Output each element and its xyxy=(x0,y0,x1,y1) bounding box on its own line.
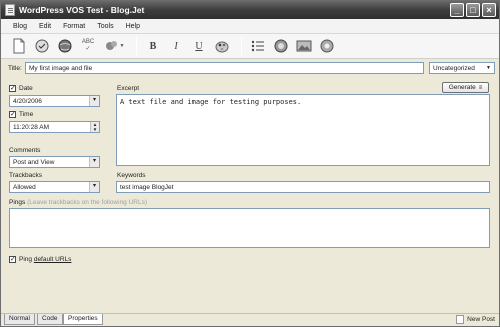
close-button[interactable]: × xyxy=(482,3,496,17)
keywords-input[interactable]: test image BlogJet xyxy=(116,181,490,193)
menu-format[interactable]: Format xyxy=(57,23,91,30)
comments-value: Post and View xyxy=(13,159,55,166)
ping-default-checkbox[interactable]: ✓ xyxy=(9,256,16,263)
generate-label: Generate xyxy=(448,84,476,91)
menu-edit[interactable]: Edit xyxy=(33,23,57,30)
document-icon xyxy=(456,315,465,324)
time-field[interactable]: 11:20:28 AM ▲ ▼ xyxy=(9,121,100,133)
bold-button[interactable]: B xyxy=(143,36,163,56)
dropdown-arrow-icon: ▼ xyxy=(119,43,125,49)
italic-button[interactable]: I xyxy=(166,36,186,56)
pings-textarea[interactable] xyxy=(9,208,490,248)
date-label: Date xyxy=(19,85,33,92)
insert-dropdown-icon[interactable]: ▼ xyxy=(101,36,127,56)
toolbar-separator xyxy=(136,37,137,55)
excerpt-label: Excerpt xyxy=(117,85,140,92)
settings-icon[interactable] xyxy=(317,36,337,56)
underline-button[interactable]: U xyxy=(189,36,209,56)
toolbar-separator xyxy=(241,37,242,55)
dropdown-arrow-icon: ▼ xyxy=(486,65,491,71)
time-spinner[interactable]: ▲ ▼ xyxy=(90,122,99,132)
default-urls-link[interactable]: default URLs xyxy=(34,256,72,263)
insert-image-icon[interactable] xyxy=(294,36,314,56)
keywords-label: Keywords xyxy=(117,172,146,179)
date-value: 4/20/2006 xyxy=(13,98,42,105)
chevron-down-icon[interactable]: ▾ xyxy=(89,96,99,106)
excerpt-textarea[interactable]: A text file and image for testing purpos… xyxy=(116,94,490,166)
comments-label: Comments xyxy=(9,147,41,154)
publish-globe-icon[interactable] xyxy=(55,36,75,56)
app-icon xyxy=(5,4,15,16)
wand-icon: ≡ xyxy=(478,84,483,91)
app-window: WordPress VOS Test - Blog.Jet _ □ × Blog… xyxy=(0,0,500,327)
new-document-icon[interactable] xyxy=(9,36,29,56)
generate-button[interactable]: Generate ≡ xyxy=(442,82,489,93)
check-mark-icon: ✓ xyxy=(85,46,91,52)
time-label: Time xyxy=(19,111,34,118)
toolbar: ABC ✓ ▼ B I U xyxy=(1,34,499,59)
menu-tools[interactable]: Tools xyxy=(91,23,119,30)
window-title: WordPress VOS Test - Blog.Jet xyxy=(19,5,145,15)
bullet-list-icon[interactable] xyxy=(248,36,268,56)
title-label: Title: xyxy=(8,65,22,72)
time-checkbox[interactable]: ✓ xyxy=(9,111,16,118)
menu-blog[interactable]: Blog xyxy=(1,23,33,30)
status-bar: New Post xyxy=(456,315,495,324)
menu-bar: Blog Edit Format Tools Help xyxy=(1,19,499,34)
category-value: Uncategorized xyxy=(433,65,475,72)
category-select[interactable]: Uncategorized ▼ xyxy=(429,62,495,74)
title-bar: WordPress VOS Test - Blog.Jet _ □ × xyxy=(1,1,499,19)
tab-normal[interactable]: Normal xyxy=(4,314,35,325)
editor-tabs: Normal Code Properties New Post xyxy=(1,313,499,326)
trackbacks-label: Trackbacks xyxy=(9,172,42,179)
chevron-down-icon[interactable]: ▾ xyxy=(89,157,99,167)
trackbacks-value: Allowed xyxy=(13,184,36,191)
open-icon[interactable] xyxy=(32,36,52,56)
palette-icon[interactable] xyxy=(212,36,232,56)
menu-help[interactable]: Help xyxy=(120,23,146,30)
date-picker[interactable]: 4/20/2006 ▾ xyxy=(9,95,100,107)
ping-default-label: Ping default URLs xyxy=(19,256,71,263)
spellcheck-label: ABC xyxy=(81,39,95,45)
time-value: 11:20:28 AM xyxy=(13,124,50,131)
maximize-button[interactable]: □ xyxy=(466,3,480,17)
title-input[interactable]: My first image and file xyxy=(25,62,424,74)
pings-label: Pings (Leave trackbacks on the following… xyxy=(9,199,147,206)
date-checkbox[interactable]: ✓ xyxy=(9,85,16,92)
pings-hint: (Leave trackbacks on the following URLs) xyxy=(27,199,148,206)
status-text: New Post xyxy=(467,316,495,323)
chevron-down-icon[interactable]: ▾ xyxy=(89,182,99,192)
ping-prefix: Ping xyxy=(19,256,34,263)
pings-title: Pings xyxy=(9,199,26,206)
minimize-button[interactable]: _ xyxy=(450,3,464,17)
tab-properties[interactable]: Properties xyxy=(63,314,103,325)
tab-code[interactable]: Code xyxy=(37,314,63,325)
comments-select[interactable]: Post and View ▾ xyxy=(9,156,100,168)
window-controls: _ □ × xyxy=(450,3,496,17)
trackbacks-select[interactable]: Allowed ▾ xyxy=(9,181,100,193)
spellcheck-icon[interactable]: ABC ✓ xyxy=(78,36,98,56)
link-globe-icon[interactable] xyxy=(271,36,291,56)
